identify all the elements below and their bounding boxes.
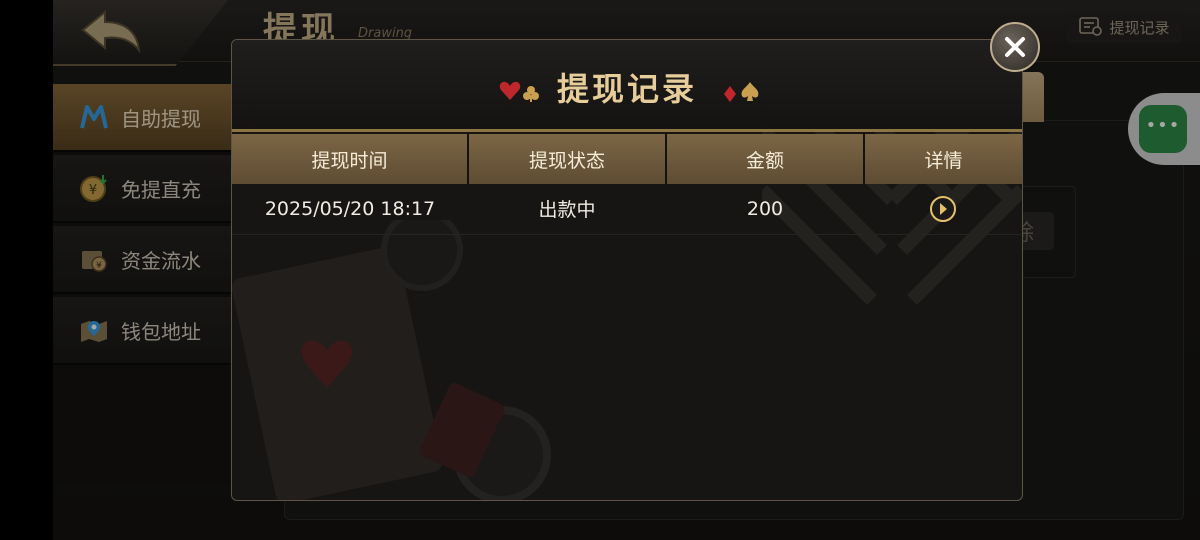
diamond-spade-icon: [724, 82, 759, 102]
modal-title: 提现记录: [556, 70, 697, 108]
cell-amount: 200: [666, 184, 864, 235]
column-header-detail: 详情: [864, 134, 1022, 184]
cell-time: 2025/05/20 18:17: [232, 184, 468, 235]
close-icon: [1005, 37, 1025, 57]
table-header-row: 提现时间 提现状态 金额 详情: [232, 134, 1022, 184]
records-table: 提现时间 提现状态 金额 详情 2025/05/20 18:17 出款中 200: [232, 134, 1022, 235]
table-row: 2025/05/20 18:17 出款中 200: [232, 184, 1022, 235]
close-button[interactable]: [990, 22, 1040, 72]
column-header-amount: 金额: [666, 134, 865, 184]
column-header-status: 提现状态: [468, 134, 667, 184]
cards-chips-art: [232, 220, 551, 500]
arrow-right-icon[interactable]: [929, 195, 957, 223]
records-modal: 提现记录 提现时间 提现状态 金额 详情 2025/05/20 18:17 出款…: [231, 39, 1023, 501]
column-header-time: 提现时间: [232, 134, 469, 184]
cell-detail: [864, 184, 1022, 235]
cell-status: 出款中: [468, 184, 666, 235]
modal-header: 提现记录: [232, 40, 1022, 132]
